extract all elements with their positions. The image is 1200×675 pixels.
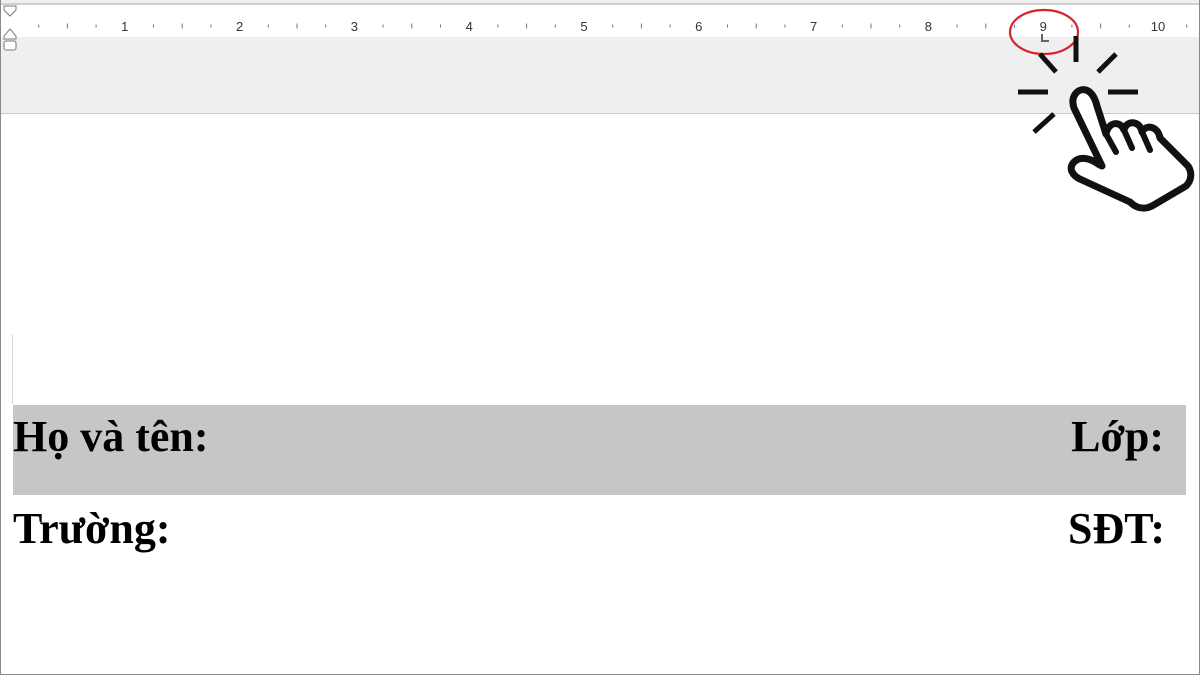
ruler-number: 3 (351, 19, 358, 34)
ruler-number: 7 (810, 19, 817, 34)
pointing-hand-icon (1018, 36, 1195, 212)
indent-markers[interactable] (3, 5, 17, 53)
ruler-number: 4 (466, 19, 473, 34)
left-margin-marker (12, 334, 13, 404)
click-burst-line (1032, 112, 1056, 134)
ruler-number: 10 (1151, 19, 1165, 34)
ruler-number: 6 (695, 19, 702, 34)
info-row-name-class: Họ và tên: Lớp: (13, 405, 1186, 495)
hanging-indent-icon[interactable] (3, 28, 17, 40)
phone-label[interactable]: SĐT: (1068, 503, 1165, 554)
first-line-indent-icon[interactable] (3, 5, 17, 17)
info-row-school-phone: Trường: SĐT: (13, 497, 1186, 587)
click-burst-line (1096, 52, 1118, 74)
school-label[interactable]: Trường: (13, 503, 171, 554)
ruler-number: 2 (236, 19, 243, 34)
click-burst-line (1038, 52, 1058, 74)
ruler-number: 8 (925, 19, 932, 34)
ruler-number: 1 (121, 19, 128, 34)
name-label[interactable]: Họ và tên: (13, 411, 209, 462)
left-indent-icon[interactable] (3, 40, 17, 51)
ruler-number: 5 (580, 19, 587, 34)
class-label[interactable]: Lớp: (1071, 411, 1164, 462)
